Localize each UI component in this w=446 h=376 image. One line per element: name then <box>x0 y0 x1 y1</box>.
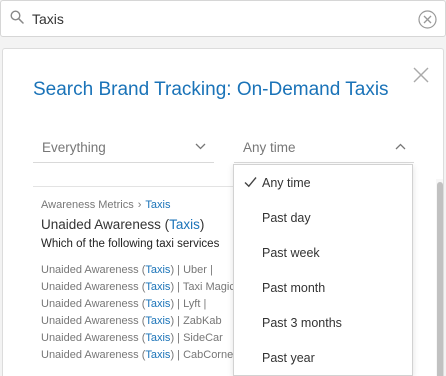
result-row[interactable]: Unaided Awareness (Taxis) | Taxi Magic <box>41 279 243 296</box>
scope-filter-label: Everything <box>42 140 106 155</box>
result-row[interactable]: Unaided Awareness (Taxis) | Lyft | <box>41 296 243 313</box>
result-rows: Unaided Awareness (Taxis) | Uber | Unaid… <box>41 262 243 364</box>
menu-option-label: Past year <box>262 351 315 365</box>
search-bar <box>0 0 446 37</box>
breadcrumb-current[interactable]: Taxis <box>145 199 170 211</box>
result-title-prefix: Unaided Awareness ( <box>41 217 170 232</box>
menu-option-past-year[interactable]: Past year <box>234 340 412 375</box>
row-prefix: Unaided Awareness ( <box>41 315 146 327</box>
row-suffix: ) | CabCorner <box>170 349 237 361</box>
row-highlight: Taxis <box>145 332 171 344</box>
result-question: Which of the following taxi services <box>41 238 220 250</box>
time-filter-dropdown[interactable]: Any time <box>234 131 414 163</box>
result-title-highlight: Taxis <box>169 217 200 232</box>
chevron-down-icon <box>195 143 206 150</box>
row-highlight: Taxis <box>145 264 171 276</box>
row-highlight: Taxis <box>145 315 171 327</box>
time-filter-label: Any time <box>243 140 296 155</box>
row-prefix: Unaided Awareness ( <box>41 264 146 276</box>
scrollbar-thumb[interactable] <box>437 182 443 376</box>
time-filter-menu: Any time Past day Past week Past month P… <box>233 164 413 376</box>
menu-option-past-month[interactable]: Past month <box>234 270 412 305</box>
menu-option-any-time[interactable]: Any time <box>234 165 412 200</box>
row-suffix: ) | ZabKab <box>170 315 222 327</box>
chevron-right-icon: › <box>137 199 142 211</box>
page-title: Search Brand Tracking: On-Demand Taxis <box>33 79 389 100</box>
menu-option-label: Past week <box>262 246 320 260</box>
breadcrumb-parent[interactable]: Awareness Metrics <box>41 199 134 211</box>
menu-option-label: Past 3 months <box>262 316 342 330</box>
row-prefix: Unaided Awareness ( <box>41 298 146 310</box>
result-item: Awareness Metrics › Taxis Unaided Awarenes… <box>33 186 243 376</box>
menu-option-label: Any time <box>262 176 311 190</box>
result-title[interactable]: Unaided Awareness (Taxis) <box>41 217 204 232</box>
search-input[interactable] <box>32 8 402 30</box>
row-suffix: ) | Lyft | <box>170 298 207 310</box>
menu-option-label: Past month <box>262 281 326 295</box>
row-prefix: Unaided Awareness ( <box>41 332 146 344</box>
row-prefix: Unaided Awareness ( <box>41 281 146 293</box>
breadcrumb: Awareness Metrics › Taxis <box>41 199 170 211</box>
result-row[interactable]: Unaided Awareness (Taxis) | SideCar <box>41 330 243 347</box>
clear-icon[interactable] <box>418 10 437 29</box>
result-title-suffix: ) <box>199 217 205 232</box>
row-suffix: ) | SideCar <box>170 332 223 344</box>
menu-option-past-3-months[interactable]: Past 3 months <box>234 305 412 340</box>
result-row[interactable]: Unaided Awareness (Taxis) | Uber | <box>41 262 243 279</box>
check-icon <box>244 177 257 188</box>
row-suffix: ) | Taxi Magic <box>170 281 235 293</box>
chevron-up-icon <box>395 143 406 150</box>
row-highlight: Taxis <box>145 281 171 293</box>
row-suffix: ) | Uber | <box>170 264 213 276</box>
close-icon[interactable] <box>412 66 430 84</box>
row-highlight: Taxis <box>145 298 171 310</box>
result-row[interactable]: Unaided Awareness (Taxis) | ZabKab <box>41 313 243 330</box>
menu-option-past-day[interactable]: Past day <box>234 200 412 235</box>
result-row[interactable]: Unaided Awareness (Taxis) | CabCorner <box>41 347 243 364</box>
scope-filter-dropdown[interactable]: Everything <box>33 131 214 163</box>
row-highlight: Taxis <box>145 349 171 361</box>
menu-option-label: Past day <box>262 211 311 225</box>
search-icon <box>10 10 24 24</box>
menu-option-past-week[interactable]: Past week <box>234 235 412 270</box>
row-prefix: Unaided Awareness ( <box>41 349 146 361</box>
